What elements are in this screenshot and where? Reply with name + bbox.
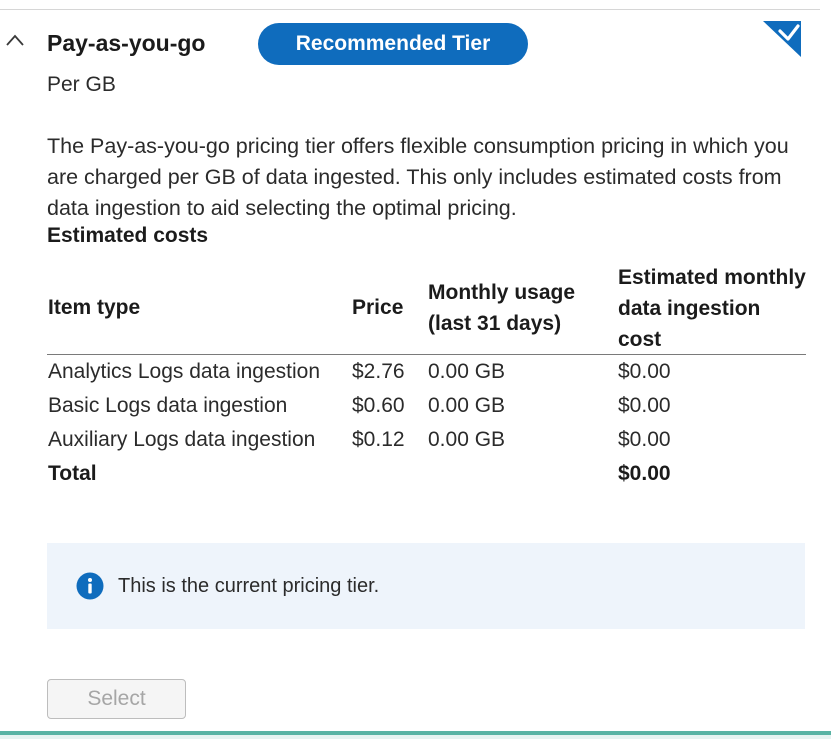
total-cost: $0.00	[618, 462, 671, 485]
table-row: Auxiliary Logs data ingestion $0.12 0.00…	[47, 423, 806, 457]
cell-estimated-cost: $0.00	[618, 428, 671, 451]
cell-price: $0.60	[352, 394, 405, 417]
tier-description: The Pay-as-you-go pricing tier offers fl…	[47, 134, 789, 220]
estimated-costs-table: Item type Price Monthly usage (last 31 d…	[47, 262, 806, 491]
recommended-tier-badge: Recommended Tier	[258, 23, 528, 65]
cell-monthly-usage: 0.00 GB	[428, 360, 506, 383]
tier-unit: Per GB	[47, 73, 116, 96]
table-header: Item type Price Monthly usage (last 31 d…	[47, 262, 806, 355]
tier-name: Pay-as-you-go	[47, 30, 206, 56]
selected-checkmark-icon	[763, 21, 801, 57]
cell-estimated-cost: $0.00	[618, 394, 671, 417]
cell-monthly-usage: 0.00 GB	[428, 428, 506, 451]
cell-item-type: Analytics Logs data ingestion	[48, 360, 321, 383]
table-row: Analytics Logs data ingestion $2.76 0.00…	[47, 355, 806, 389]
chevron-up-icon[interactable]	[5, 33, 25, 47]
info-icon	[76, 572, 104, 600]
column-header-estimated-cost: Estimated monthly data ingestion cost	[618, 266, 806, 351]
current-tier-info-box: This is the current pricing tier.	[47, 543, 805, 629]
cell-price: $0.12	[352, 428, 405, 451]
column-header-price: Price	[352, 296, 404, 319]
cell-item-type: Basic Logs data ingestion	[48, 394, 288, 417]
cell-item-type: Auxiliary Logs data ingestion	[48, 428, 316, 451]
column-header-monthly-usage: Monthly usage (last 31 days)	[428, 281, 576, 335]
total-row: Total $0.00	[47, 457, 806, 491]
column-header-item-type: Item type	[48, 296, 141, 319]
cell-estimated-cost: $0.00	[618, 360, 671, 383]
total-label: Total	[48, 462, 97, 485]
estimated-costs-heading: Estimated costs	[47, 224, 209, 247]
bottom-bar-shade	[0, 735, 831, 739]
card-top-border	[0, 9, 820, 10]
info-message: This is the current pricing tier.	[118, 575, 380, 597]
cell-price: $2.76	[352, 360, 405, 383]
cell-monthly-usage: 0.00 GB	[428, 394, 506, 417]
table-row: Basic Logs data ingestion $0.60 0.00 GB …	[47, 389, 806, 423]
select-button[interactable]: Select	[47, 679, 186, 719]
